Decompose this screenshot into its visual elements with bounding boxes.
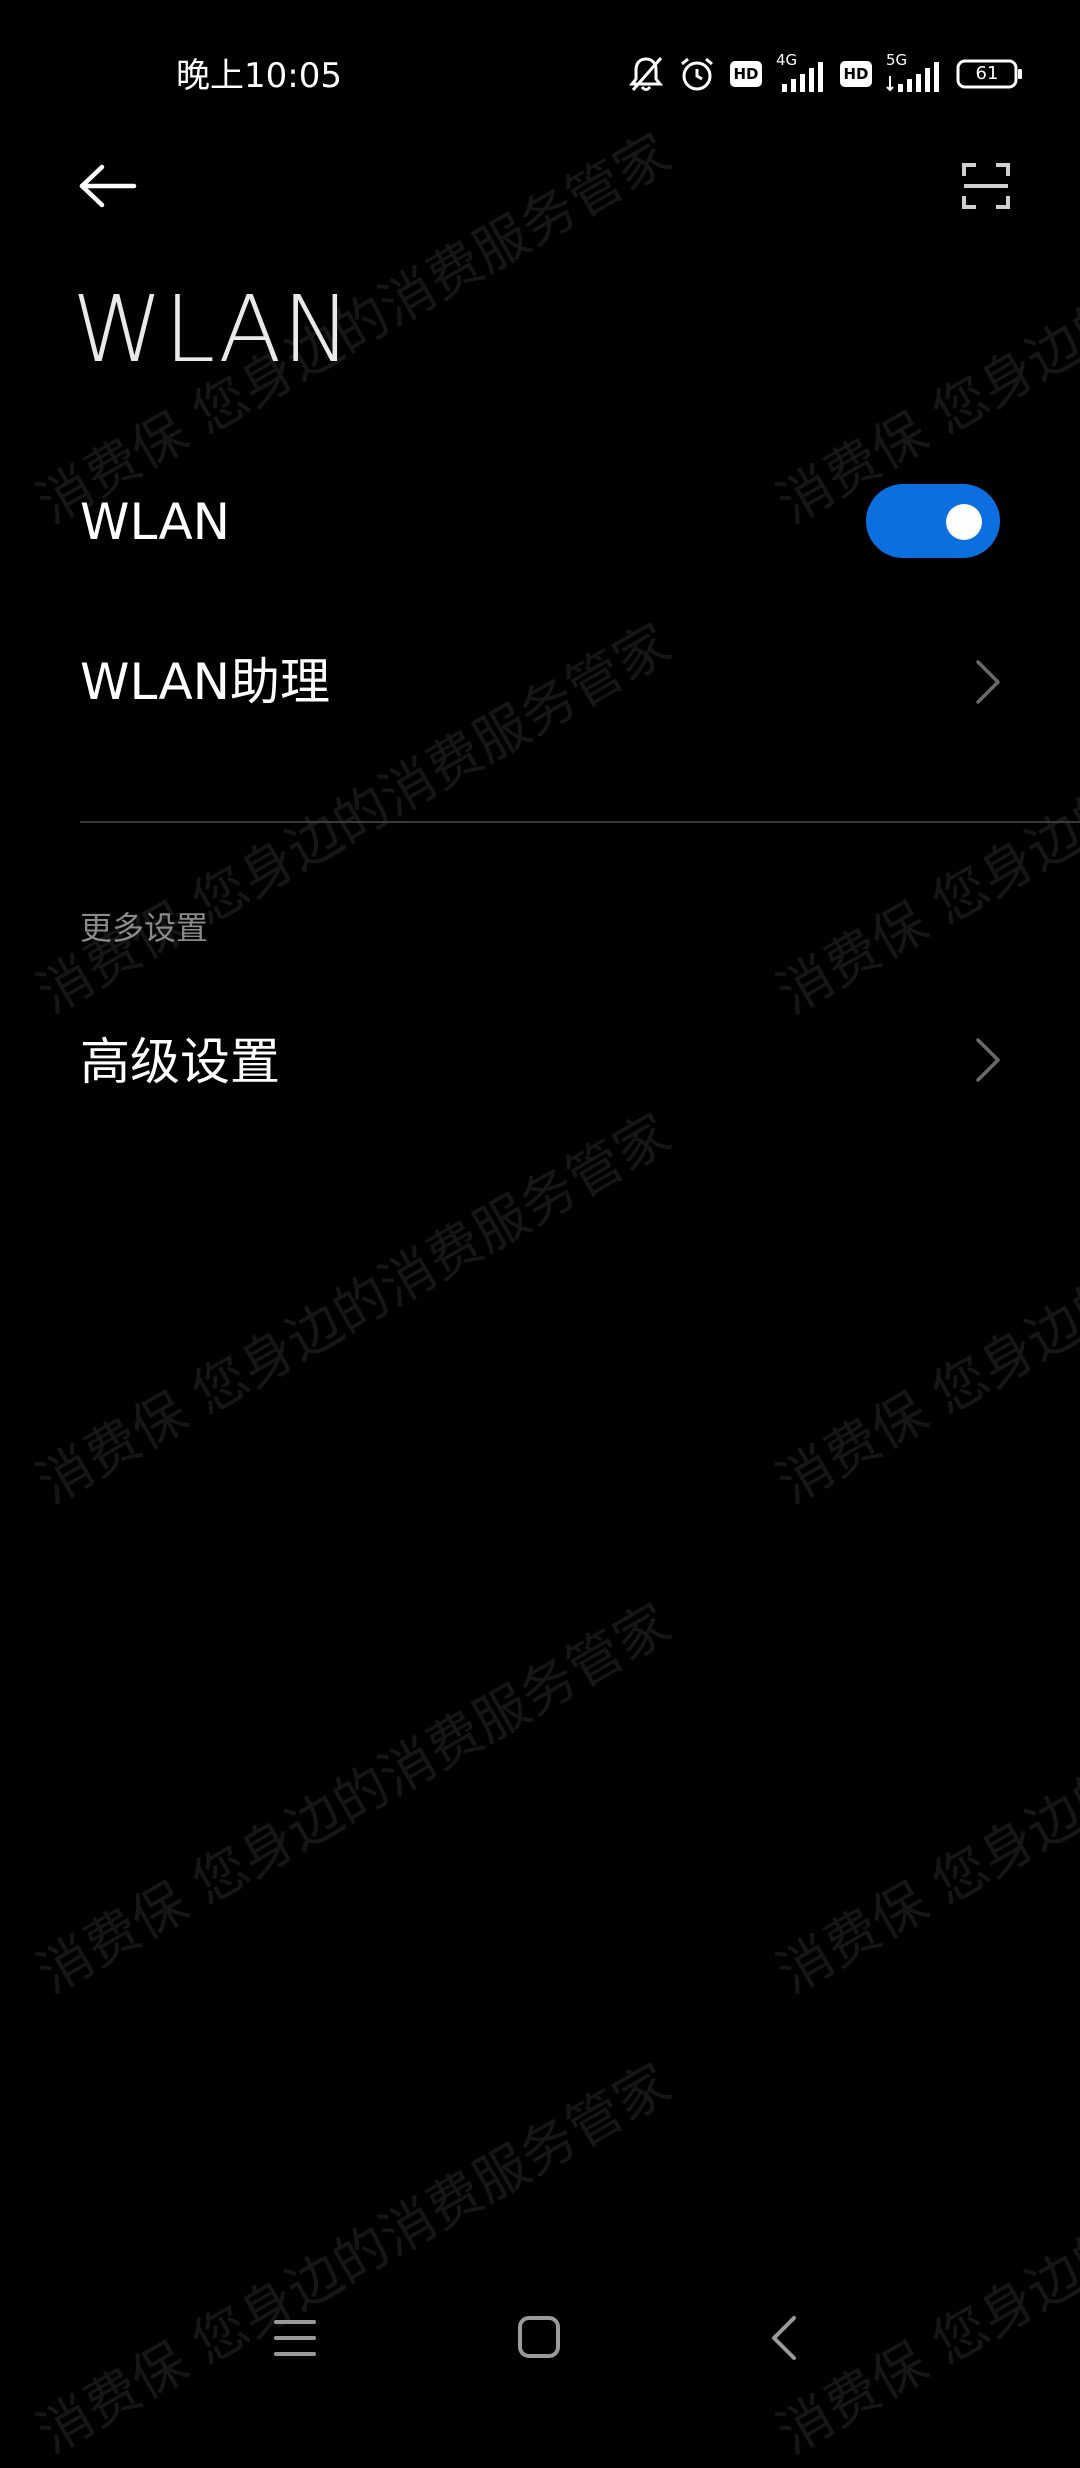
home-icon[interactable] <box>512 2310 566 2364</box>
chevron-right-icon <box>976 660 1000 704</box>
scan-icon <box>962 163 1010 209</box>
4g-signal-icon: 4G <box>776 52 826 96</box>
watermark-text: 消费保 您身边的消费服务管家 <box>766 2051 1080 2466</box>
advanced-settings-item[interactable]: 高级设置 <box>0 1006 1080 1118</box>
toggle-knob <box>946 504 982 540</box>
hd-icon: HD <box>840 61 872 87</box>
status-time: 晚上10:05 <box>176 56 342 96</box>
5g-signal-icon: 5G <box>886 52 942 96</box>
scan-button[interactable] <box>940 140 1032 232</box>
status-icons: HD 4G HD 5G 61 <box>628 50 1024 98</box>
battery-level: 61 <box>975 63 999 84</box>
back-icon[interactable] <box>766 2312 802 2364</box>
chevron-right-icon <box>976 1038 1000 1082</box>
wlan-toggle-switch[interactable] <box>866 484 1000 558</box>
watermark-text: 消费保 您身边的消费服务管家 <box>26 2051 681 2466</box>
arrow-left-icon <box>79 164 137 208</box>
back-button[interactable] <box>62 140 154 232</box>
watermark-text: 消费保 您身边的消费服务管家 <box>766 1591 1080 2006</box>
watermark-text: 消费保 您身边的消费服务管家 <box>26 1101 681 1516</box>
wlan-label: WLAN <box>80 493 231 551</box>
wlan-assistant-item[interactable]: WLAN助理 <box>0 626 1080 738</box>
mute-bell-icon <box>628 55 664 93</box>
menu-icon[interactable] <box>270 2316 320 2360</box>
battery-icon: 61 <box>956 59 1024 89</box>
wlan-assistant-label: WLAN助理 <box>80 653 331 711</box>
watermark-text: 消费保 您身边的消费服务管家 <box>766 1101 1080 1516</box>
section-header: 更多设置 <box>80 909 209 947</box>
divider <box>80 821 1080 823</box>
alarm-icon <box>678 55 716 93</box>
advanced-settings-label: 高级设置 <box>80 1033 280 1091</box>
watermark-text: 消费保 您身边的消费服务管家 <box>26 1591 681 2006</box>
hd-icon: HD <box>730 61 762 87</box>
page-title: WLAN <box>72 276 353 383</box>
